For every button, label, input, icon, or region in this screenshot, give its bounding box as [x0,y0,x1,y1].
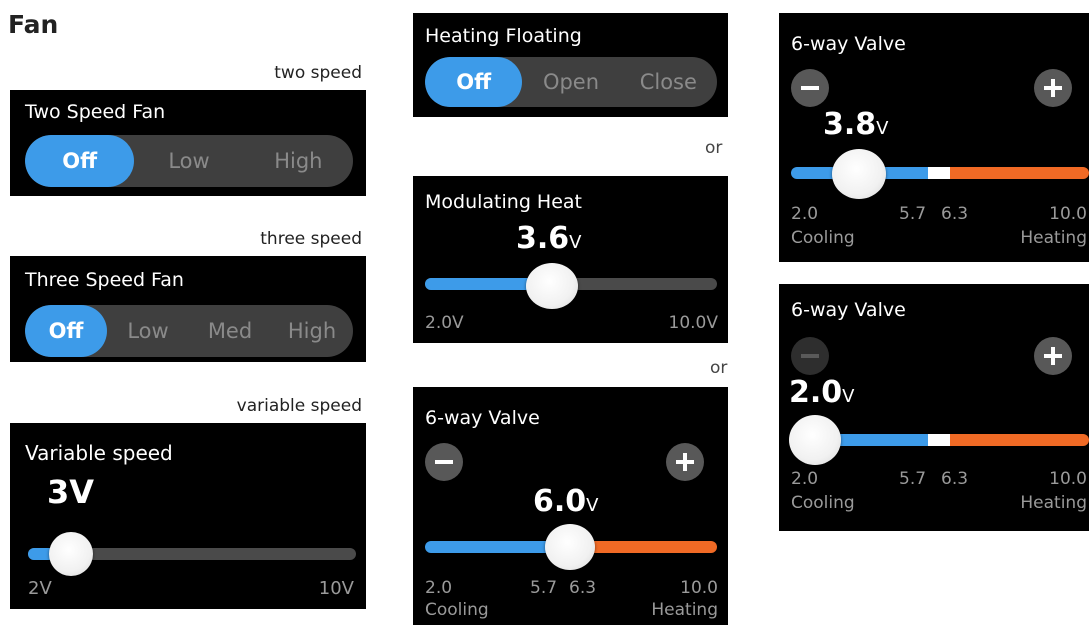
option-off[interactable]: Off [25,305,107,357]
valve-value-unit: V [586,495,599,516]
scale-heat-start: 6.3 [941,469,969,489]
plus-button[interactable] [666,443,704,481]
modulating-heat-panel: Modulating Heat 3.6V 2.0V 10.0V [413,176,728,343]
scale-cool-end: 5.7 [530,578,558,598]
option-low[interactable]: Low [134,135,243,187]
cooling-label: Cooling [425,600,489,620]
heating-range [950,167,1089,179]
min-label: 2.0V [425,313,464,333]
heating-label: Heating [1020,493,1087,513]
scale-min: 2.0 [425,578,453,598]
two-speed-fan-panel: Two Speed Fan Off Low High [10,90,366,196]
option-med[interactable]: Med [189,305,271,357]
valve-value-number: 6.0 [533,484,587,519]
or-label: or [710,358,728,378]
plus-button[interactable] [1034,337,1072,375]
minus-button[interactable] [791,69,829,107]
scale-heat-start: 6.3 [941,204,969,224]
option-off[interactable]: Off [425,57,523,107]
speed-slider-handle[interactable] [49,532,93,576]
six-way-valve-panel-top: 6-way Valve 3.8V 2.0 5.7 6.3 10.0 Coolin… [779,13,1089,262]
scale-max: 10.0 [1049,204,1087,224]
plus-icon [1044,79,1062,97]
valve-slider-handle[interactable] [545,524,595,570]
plus-icon [1044,347,1062,365]
panel-title: Variable speed [25,441,173,465]
minus-icon [435,460,453,464]
scale-min: 2.0 [791,469,819,489]
variable-speed-panel: Variable speed 3V 2V 10V [10,423,366,609]
panel-title: Modulating Heat [425,191,582,213]
page-title: Fan [8,10,59,39]
heat-slider-handle[interactable] [526,263,578,309]
valve-slider-handle[interactable] [832,149,886,199]
neutral-range [928,434,950,446]
panel-title: 6-way Valve [791,299,906,321]
two-speed-toggle: Off Low High [25,135,353,187]
minus-button[interactable] [791,337,829,375]
valve-value: 6.0V [533,484,598,519]
two-speed-caption: two speed [274,63,362,83]
cooling-label: Cooling [791,493,855,513]
valve-value: 2.0V [789,375,854,410]
option-open[interactable]: Open [522,57,619,107]
heat-value-number: 3.6 [516,221,570,256]
or-label: or [705,138,723,158]
max-label: 10.0V [668,313,718,333]
valve-value-number: 3.8 [823,107,877,142]
option-low[interactable]: Low [107,305,189,357]
cooling-label: Cooling [791,228,855,248]
heat-value-unit: V [569,232,582,253]
panel-title: Heating Floating [425,25,582,47]
valve-value-unit: V [842,386,855,407]
three-speed-caption: three speed [260,229,362,249]
option-high[interactable]: High [271,305,353,357]
heating-label: Heating [1020,228,1087,248]
option-close[interactable]: Close [620,57,717,107]
valve-value-unit: V [876,118,889,139]
valve-value-number: 2.0 [789,375,843,410]
max-label: 10V [318,578,354,599]
plus-button[interactable] [1034,69,1072,107]
heat-value: 3.6V [516,221,581,256]
minus-icon [801,354,819,358]
six-way-valve-panel-bottom: 6-way Valve 2.0V 2.0 5.7 6.3 10.0 Coolin… [779,284,1089,531]
option-high[interactable]: High [244,135,353,187]
variable-speed-caption: variable speed [236,396,362,416]
option-off[interactable]: Off [25,135,135,187]
minus-button[interactable] [425,443,463,481]
heating-floating-toggle: Off Open Close [425,57,717,107]
heating-range [590,541,717,553]
three-speed-fan-panel: Three Speed Fan Off Low Med High [10,256,366,362]
valve-slider-handle[interactable] [789,415,841,465]
panel-title: 6-way Valve [425,407,540,429]
valve-value: 3.8V [823,107,888,142]
panel-title: 6-way Valve [791,33,906,55]
scale-max: 10.0 [680,578,718,598]
plus-icon [676,453,694,471]
scale-cool-end: 5.7 [899,469,927,489]
panel-title: Two Speed Fan [25,101,166,123]
neutral-range [928,167,950,179]
scale-heat-start: 6.3 [569,578,597,598]
heating-label: Heating [651,600,718,620]
min-label: 2V [28,578,52,599]
scale-cool-end: 5.7 [899,204,927,224]
panel-title: Three Speed Fan [25,269,184,291]
minus-icon [801,86,819,90]
scale-min: 2.0 [791,204,819,224]
heating-range [950,434,1089,446]
six-way-valve-panel-mid: 6-way Valve 6.0V 2.0 5.7 6.3 10.0 Coolin… [413,387,728,625]
speed-value: 3V [47,473,95,511]
three-speed-toggle: Off Low Med High [25,305,353,357]
scale-max: 10.0 [1049,469,1087,489]
heating-floating-panel: Heating Floating Off Open Close [413,13,728,117]
